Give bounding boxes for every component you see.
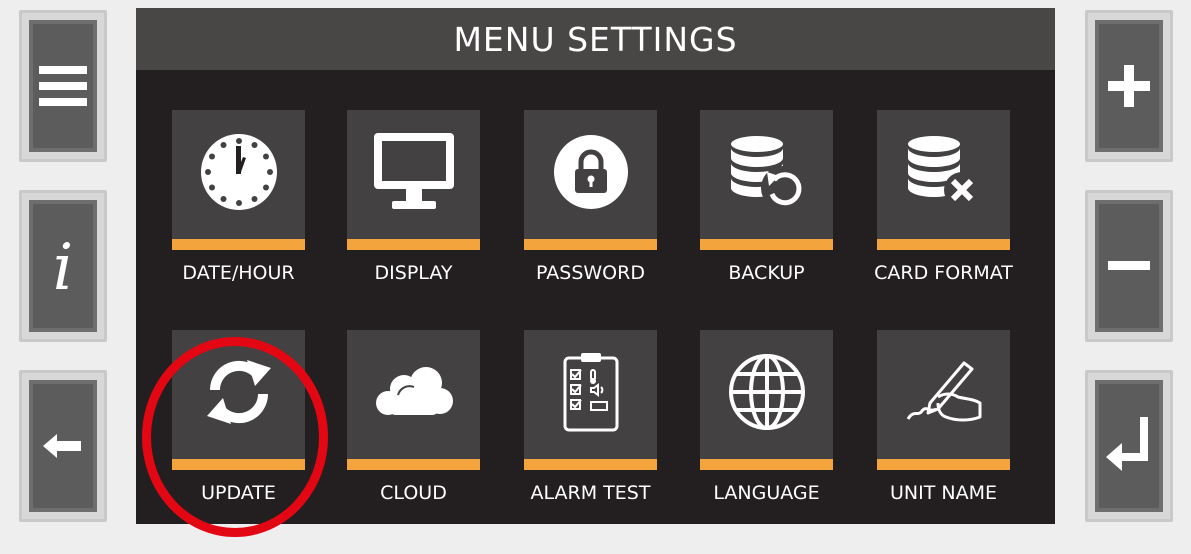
page-title: MENU SETTINGS [136, 8, 1055, 70]
tile-label: UPDATE [201, 482, 276, 504]
tile-password[interactable]: PASSWORD [524, 110, 657, 284]
minus-icon [1108, 261, 1150, 270]
tile-label: PASSWORD [536, 262, 645, 284]
info-button[interactable]: i [19, 190, 107, 342]
tile-unit-name[interactable]: UNIT NAME [877, 330, 1010, 504]
menu-button[interactable] [19, 10, 107, 162]
back-arrow-icon [43, 434, 81, 458]
back-button[interactable] [19, 370, 107, 522]
database-delete-icon [907, 136, 980, 208]
tile-display[interactable]: DISPLAY [347, 110, 480, 284]
checklist-icon [563, 353, 618, 432]
tile-cloud[interactable]: CLOUD [347, 330, 480, 504]
tile-language[interactable]: LANGUAGE [700, 330, 833, 504]
plus-button[interactable] [1085, 10, 1173, 162]
tile-label: BACKUP [728, 262, 805, 284]
tile-label: LANGUAGE [713, 482, 820, 504]
tile-label: ALARM TEST [530, 482, 651, 504]
tile-label: UNIT NAME [890, 482, 997, 504]
enter-button[interactable] [1085, 370, 1173, 522]
tile-backup[interactable]: BACKUP [700, 110, 833, 284]
tile-alarm-test[interactable]: ALARM TEST [524, 330, 657, 504]
globe-icon [728, 354, 805, 430]
tile-card-format[interactable]: CARD FORMAT [874, 110, 1013, 284]
enter-icon [1106, 417, 1148, 471]
tile-date-hour[interactable]: DATE/HOUR [172, 110, 305, 284]
menu-icon [39, 66, 87, 106]
info-icon: i [53, 231, 73, 301]
plus-icon [1108, 65, 1150, 107]
signature-icon [906, 361, 981, 422]
tile-label: DISPLAY [374, 262, 453, 284]
tile-label: DATE/HOUR [182, 262, 295, 284]
lock-icon [553, 135, 628, 209]
cloud-icon [375, 367, 453, 415]
clock-icon [200, 134, 277, 210]
monitor-icon [373, 133, 454, 209]
minus-button[interactable] [1085, 190, 1173, 342]
refresh-icon [206, 360, 271, 424]
tile-label: CARD FORMAT [874, 262, 1013, 284]
svg-text:i: i [53, 231, 73, 301]
tile-update[interactable]: UPDATE [172, 330, 305, 504]
tile-label: CLOUD [380, 482, 447, 504]
display-screen: MENU SETTINGS DATE/HOUR DISPLAY PASSWORD… [136, 8, 1055, 524]
database-restore-icon [730, 136, 805, 210]
